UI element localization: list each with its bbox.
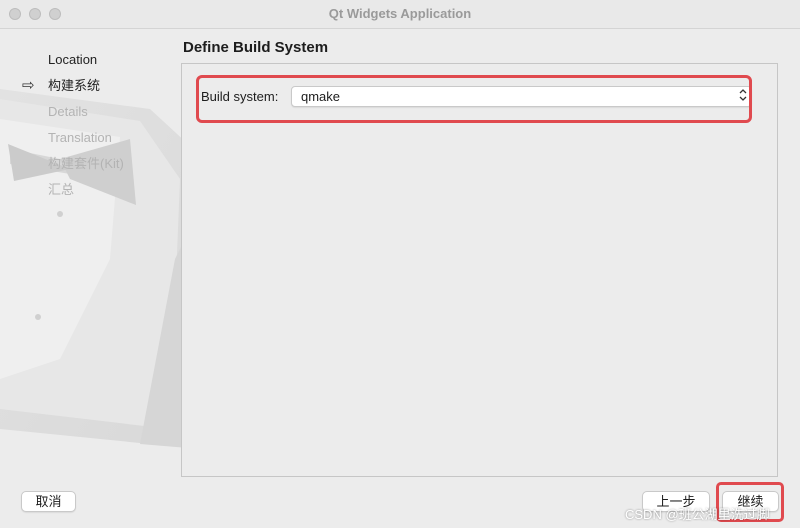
step-details: Details	[48, 104, 88, 119]
step-translation: Translation	[48, 130, 112, 145]
step-summary: 汇总	[48, 182, 75, 197]
wizard-steps: Location ⇨ 构建系统 Details Translation 构建套件…	[22, 50, 124, 206]
step-location: Location	[48, 52, 98, 67]
step-build-system: ⇨ 构建系统	[22, 77, 101, 94]
annotation-highlight-box	[196, 75, 752, 123]
content-panel	[181, 63, 778, 477]
window-title: Qt Widgets Application	[328, 6, 472, 21]
current-step-arrow-icon: ⇨	[22, 77, 35, 94]
cancel-button[interactable]: 取消	[21, 491, 76, 512]
step-kit: 构建套件(Kit)	[48, 156, 124, 171]
title-bar: Qt Widgets Application	[0, 0, 800, 29]
watermark-text: CSDN @班公湖里洗过脚	[625, 507, 770, 522]
page-title: Define Build System	[183, 39, 329, 56]
